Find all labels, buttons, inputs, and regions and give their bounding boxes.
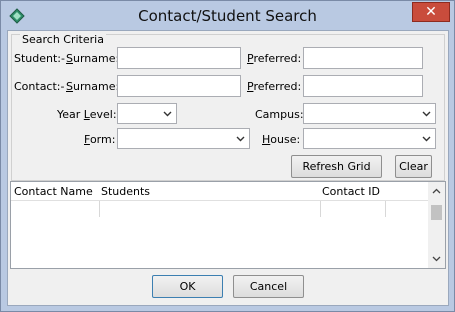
scrollbar-thumb[interactable] [431, 205, 442, 220]
title-bar[interactable]: Contact/Student Search ✕ [1, 1, 454, 31]
contact-prefix-label: Contact:- [14, 80, 65, 93]
student-preferred-label-rest: referred: [253, 52, 302, 65]
student-preferred-input[interactable] [303, 47, 423, 69]
scroll-up-icon[interactable] [432, 188, 441, 194]
form-label-rest: orm: [89, 133, 116, 146]
cancel-button[interactable]: Cancel [233, 275, 304, 298]
student-prefix-label: Student:- [14, 52, 65, 65]
student-surname-label-rest: urname: [72, 52, 120, 65]
refresh-grid-button[interactable]: Refresh Grid [291, 155, 382, 178]
column-divider [320, 201, 321, 217]
chevron-down-icon [422, 111, 431, 117]
house-label: House: [262, 133, 300, 146]
column-divider [99, 201, 100, 217]
campus-select[interactable] [303, 103, 436, 124]
dialog-client: Search Criteria Student:- Surname: Prefe… [7, 30, 449, 306]
contact-preferred-input[interactable] [303, 75, 423, 97]
close-button[interactable]: ✕ [412, 2, 450, 22]
campus-label: Campus: [255, 108, 304, 121]
ok-button[interactable]: OK [152, 275, 223, 298]
form-select[interactable] [117, 128, 250, 149]
clear-button[interactable]: Clear [395, 155, 432, 178]
form-label: Form: [84, 133, 115, 146]
contact-surname-label-rest: urname: [72, 80, 120, 93]
grid-header: Contact Name Students Contact ID [11, 182, 431, 201]
dialog-footer: OK Cancel [10, 269, 446, 305]
contact-preferred-label-rest: referred: [253, 80, 302, 93]
search-criteria-legend: Search Criteria [20, 33, 106, 46]
year-level-label: Year Level: [57, 108, 117, 121]
contact-surname-label-mnemonic: S [66, 80, 73, 93]
scroll-down-icon[interactable] [432, 256, 441, 262]
contact-surname-input[interactable] [117, 75, 241, 97]
student-preferred-label: Preferred: [247, 52, 301, 65]
column-header-contact-id[interactable]: Contact ID [322, 185, 380, 198]
search-criteria-group: Search Criteria Student:- Surname: Prefe… [11, 33, 445, 181]
student-surname-input[interactable] [117, 47, 241, 69]
chevron-down-icon [236, 136, 245, 142]
chevron-down-icon [163, 111, 172, 117]
student-surname-label-mnemonic: S [66, 52, 73, 65]
chevron-down-icon [422, 136, 431, 142]
contact-preferred-label: Preferred: [247, 80, 301, 93]
year-level-label-a: Year [57, 108, 84, 121]
dialog-window: Contact/Student Search ✕ Search Criteria… [0, 0, 455, 312]
contact-surname-label: Surname: [66, 80, 119, 93]
grid-vertical-scrollbar[interactable] [428, 182, 445, 268]
window-title: Contact/Student Search [138, 7, 317, 25]
year-level-label-b: evel: [89, 108, 117, 121]
close-icon: ✕ [425, 4, 437, 20]
house-label-rest: ouse: [270, 133, 301, 146]
column-header-students[interactable]: Students [101, 185, 150, 198]
year-level-select[interactable] [117, 103, 177, 124]
house-select[interactable] [303, 128, 436, 149]
column-divider [385, 201, 386, 217]
results-grid[interactable]: Contact Name Students Contact ID [10, 181, 446, 269]
student-surname-label: Surname: [66, 52, 119, 65]
column-header-contact-name[interactable]: Contact Name [14, 185, 93, 198]
